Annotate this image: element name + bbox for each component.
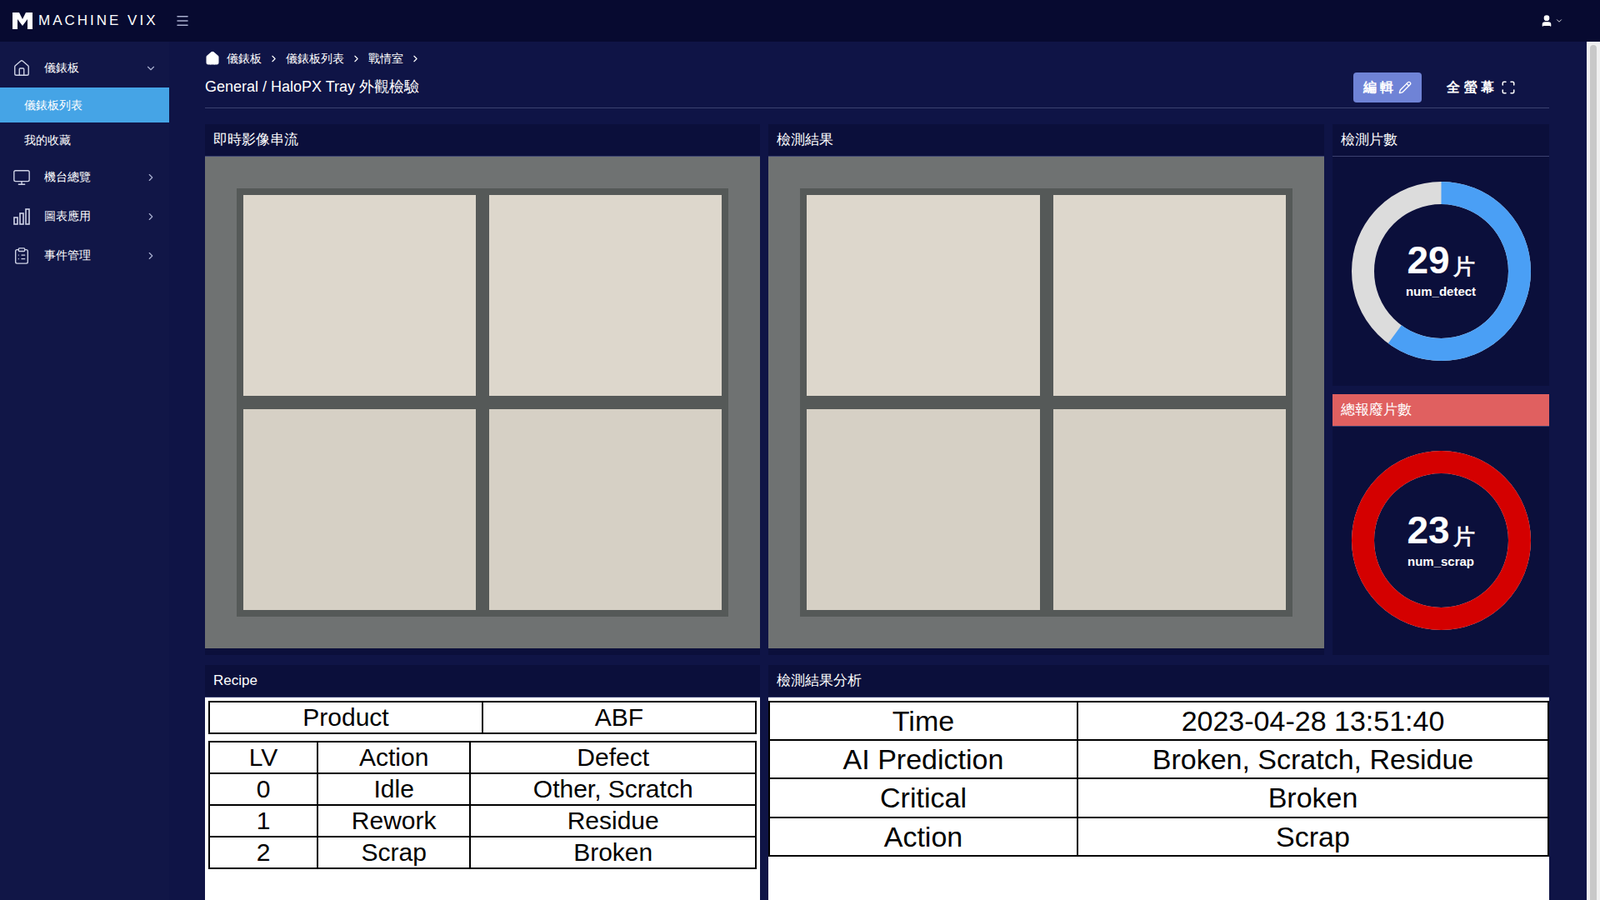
gauge-value: 23 [1406, 510, 1450, 550]
home-icon[interactable] [205, 50, 220, 66]
breadcrumb-item[interactable]: 儀錶板列表 [285, 50, 345, 68]
gauge-panel: 檢測片數 29片 num_detect [1332, 124, 1550, 386]
app: MACHINE VIX儀錶板儀錶板列表我的收藏機台總覽圖表應用事件管理儀錶板儀錶… [0, 0, 1600, 900]
table-row: CriticalBroken [769, 778, 1549, 817]
panel-header: 即時影像串流 [205, 124, 760, 157]
breadcrumb-item[interactable]: 儀錶板 [226, 50, 262, 68]
live-panel: 即時影像串流 [205, 124, 760, 655]
recipe-table: LVActionDefect0IdleOther, Scratch1Rework… [208, 740, 757, 870]
chevron-right-icon [145, 210, 157, 223]
gauge-unit: 片 [1453, 525, 1475, 548]
table-row: Time2023-04-28 13:51:40 [769, 701, 1549, 740]
chevron-right-icon [145, 171, 157, 184]
panel-header: 檢測結果 [768, 124, 1325, 157]
panel-header: 總報廢片數 [1332, 394, 1550, 427]
breadcrumb: 儀錶板 儀錶板列表 戰情室 [205, 50, 1550, 67]
sidebar-subitem[interactable]: 儀錶板列表 [0, 87, 170, 123]
table-header-row: LVActionDefect [209, 741, 756, 774]
sidebar-item[interactable]: 事件管理 [0, 235, 170, 275]
result-image [768, 156, 1325, 649]
home-icon [12, 59, 31, 78]
table-row: 0IdleOther, Scratch [209, 773, 756, 805]
pencil-icon [1398, 80, 1412, 95]
gauge-metric: num_detect [1405, 282, 1476, 302]
gauge-panel: 總報廢片數 23片 num_scrap [1332, 394, 1550, 656]
gauge-unit: 片 [1453, 255, 1475, 278]
chevron-right-icon [268, 53, 280, 65]
panel-header: 檢測結果分析 [768, 665, 1550, 698]
breadcrumb-item[interactable]: 戰情室 [368, 50, 404, 68]
analysis-table: Time2023-04-28 13:51:40AI PredictionBrok… [768, 700, 1550, 857]
table-row: ActionScrap [769, 817, 1549, 856]
gauge-value: 29 [1406, 240, 1450, 280]
fullscreen-icon [1500, 80, 1516, 95]
caret-icon [1555, 16, 1564, 25]
table-row: 1ReworkResidue [209, 805, 756, 837]
menu-icon[interactable] [175, 13, 190, 29]
panel-header: 檢測片數 [1332, 124, 1550, 157]
user-menu[interactable] [1540, 14, 1564, 28]
top-bar: MACHINE VIX [0, 0, 1600, 42]
chevron-right-icon [145, 250, 157, 262]
panel-header: Recipe [205, 665, 760, 698]
sidebar-subitem[interactable]: 我的收藏 [0, 122, 170, 158]
logo-text: MACHINE VIX [38, 10, 159, 32]
scrollbar[interactable] [1586, 41, 1600, 900]
sidebar: 儀錶板儀錶板列表我的收藏機台總覽圖表應用事件管理 [0, 41, 170, 900]
chevron-down-icon [145, 62, 157, 75]
fullscreen-button[interactable]: 全 螢 幕 [1446, 72, 1516, 103]
page-title: General / HaloPX Tray 外觀檢驗 [205, 75, 1354, 99]
chevron-right-icon [410, 53, 421, 65]
logo-icon [11, 11, 34, 30]
machine-icon [12, 168, 31, 187]
sidebar-item[interactable]: 機台總覽 [0, 157, 170, 197]
chevron-right-icon [350, 53, 362, 65]
analysis-panel: 檢測結果分析Time2023-04-28 13:51:40AI Predicti… [768, 665, 1550, 900]
user-icon [1540, 14, 1554, 28]
gauge-metric: num_scrap [1407, 552, 1475, 572]
table-row: AI PredictionBroken, Scratch, Residue [769, 740, 1549, 779]
main: 儀錶板 儀錶板列表 戰情室 General / HaloPX Tray 外觀檢驗編 輯… [169, 41, 1587, 900]
result-panel: 檢測結果 [768, 124, 1325, 655]
chart-icon [12, 207, 31, 226]
live-image [205, 156, 760, 649]
edit-button[interactable]: 編 輯 [1353, 72, 1422, 103]
recipe-panel: RecipeProductABF LVActionDefect0IdleOther… [205, 665, 760, 900]
sidebar-item[interactable]: 圖表應用 [0, 196, 170, 236]
sidebar-item[interactable]: 儀錶板 [0, 48, 170, 88]
table-row: 2ScrapBroken [209, 836, 756, 869]
product-table: ProductABF [208, 700, 757, 735]
event-icon [12, 246, 31, 265]
